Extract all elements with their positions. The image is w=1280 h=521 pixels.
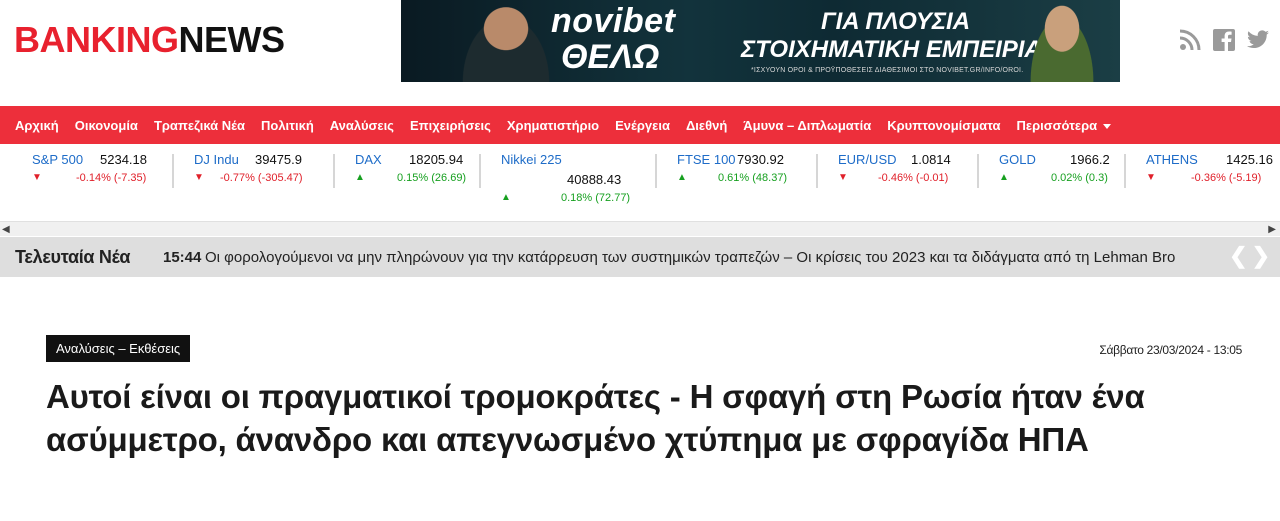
arrow-up-icon: ▲ (355, 172, 365, 183)
ticker-name: GOLD (999, 152, 1036, 167)
ticker-name: S&P 500 (32, 152, 84, 167)
main-navigation: Αρχική Οικονομία Τραπεζικά Νέα Πολιτική … (0, 106, 1280, 144)
arrow-down-icon: ▼ (1146, 172, 1156, 183)
arrow-down-icon: ▼ (838, 172, 848, 183)
logo-part-banking: BANKING (14, 19, 179, 60)
ticker-divider (816, 154, 818, 188)
advertisement-banner[interactable]: novibet ΘΕΛΩ ΓΙΑ ΠΛΟΥΣΙΑ ΣΤΟΙΧΗΜΑΤΙΚΗ ΕΜ… (401, 0, 1120, 82)
article-header: Αναλύσεις – Εκθέσεις Σάββατο 23/03/2024 … (0, 277, 1280, 521)
ad-person-right (1022, 0, 1102, 82)
ticker-name: DAX (355, 152, 382, 167)
rss-icon[interactable] (1178, 28, 1202, 52)
logo-part-news: NEWS (178, 19, 286, 60)
ticker-divider (655, 154, 657, 188)
ticker-change: -0.14% (-7.35) (76, 172, 147, 184)
nav-item-banking-news[interactable]: Τραπεζικά Νέα (154, 118, 245, 133)
nav-item-more[interactable]: Περισσότερα (1017, 118, 1112, 133)
ticker-name: Nikkei 225 (501, 152, 562, 167)
market-tickers: S&P 500 5234.18 ▼ -0.14% (-7.35) DJ Indu… (0, 144, 1280, 222)
ticker-price: 18205.94 (409, 152, 464, 167)
ticker-name: DJ Indu (194, 152, 239, 167)
twitter-icon[interactable] (1246, 28, 1270, 52)
ticker-divider (333, 154, 335, 188)
ticker-price: 1966.2 (1070, 152, 1110, 167)
ticker-name: EUR/USD (838, 152, 897, 167)
ticker-change: -0.46% (-0.01) (878, 172, 949, 184)
ticker-change: -0.36% (-5.19) (1191, 172, 1262, 184)
ticker-dax[interactable]: DAX 18205.94 ▲ 0.15% (26.69) (333, 152, 481, 214)
ticker-divider (479, 154, 481, 188)
ad-person-left (451, 0, 561, 82)
arrow-down-icon: ▼ (194, 172, 204, 183)
nav-item-energy[interactable]: Ενέργεια (615, 118, 670, 133)
ticker-divider (1124, 154, 1126, 188)
ticker-price: 40888.43 (567, 172, 622, 187)
category-badge[interactable]: Αναλύσεις – Εκθέσεις (46, 335, 191, 362)
ticker-change: 0.02% (0.3) (1051, 172, 1108, 184)
ticker-price: 39475.9 (255, 152, 302, 167)
arrow-up-icon: ▲ (677, 172, 687, 183)
ticker-price: 5234.18 (100, 152, 147, 167)
ticker-price: 1.0814 (911, 152, 951, 167)
ad-slogan-line2: ΣΤΟΙΧΗΜΑΤΙΚΗ ΕΜΠΕΙΡΙΑ (741, 36, 1042, 63)
ticker-gold[interactable]: GOLD 1966.2 ▲ 0.02% (0.3) (977, 152, 1125, 214)
article-title: Αυτοί είναι οι πραγματικοί τρομοκράτες -… (46, 378, 1145, 458)
ticker-name: ATHENS (1146, 152, 1198, 167)
nav-item-home[interactable]: Αρχική (15, 118, 59, 133)
nav-item-crypto[interactable]: Κρυπτονομίσματα (887, 118, 1000, 133)
chevron-right-icon[interactable]: ❯ (1252, 245, 1270, 267)
nav-item-economy[interactable]: Οικονομία (75, 118, 138, 133)
nav-item-analysis[interactable]: Αναλύσεις (330, 118, 394, 133)
ticker-change: -0.77% (-305.47) (220, 172, 303, 184)
ad-slogan-line1: ΓΙΑ ΠΛΟΥΣΙΑ (821, 8, 971, 35)
ticker-price: 7930.92 (737, 152, 784, 167)
ticker-change: 0.15% (26.69) (397, 172, 467, 184)
ticker-name: FTSE 100 (677, 152, 736, 167)
site-logo[interactable]: BANKINGNEWS (14, 20, 285, 60)
nav-item-international[interactable]: Διεθνή (686, 118, 727, 133)
horizontal-scrollbar[interactable]: ◀ ▶ (0, 222, 1280, 236)
ticker-divider (977, 154, 979, 188)
ticker-dj-indu[interactable]: DJ Indu 39475.9 ▼ -0.77% (-305.47) (172, 152, 330, 214)
ad-brand-line2: ΘΕΛΩ (561, 38, 660, 76)
latest-news-bar: Τελευταία Νέα 15:44 Οι φορολογούμενοι να… (0, 237, 1280, 277)
arrow-up-icon: ▲ (501, 192, 511, 203)
ticker-nikkei[interactable]: Nikkei 225 40888.43 ▲ 0.18% (72.77) (479, 152, 647, 214)
latest-news-label: Τελευταία Νέα (15, 246, 131, 267)
ticker-divider (172, 154, 174, 188)
article-date: Σάββατο 23/03/2024 - 13:05 (1099, 343, 1242, 357)
ticker-price: 1425.16 (1226, 152, 1273, 167)
latest-news-headline[interactable]: Οι φορολογούμενοι να μην πληρώνουν για τ… (205, 249, 1235, 266)
ticker-ftse100[interactable]: FTSE 100 7930.92 ▲ 0.61% (48.37) (655, 152, 813, 214)
scroll-right-icon[interactable]: ▶ (1268, 224, 1276, 235)
arrow-up-icon: ▲ (999, 172, 1009, 183)
latest-news-controls: ❮ ❯ (1229, 245, 1270, 267)
nav-item-defense-diplomacy[interactable]: Άμυνα – Διπλωματία (743, 118, 871, 133)
ad-brand: novibet (551, 2, 676, 40)
nav-item-business[interactable]: Επιχειρήσεις (410, 118, 491, 133)
ticker-eur-usd[interactable]: EUR/USD 1.0814 ▼ -0.46% (-0.01) (816, 152, 974, 214)
ticker-change: 0.18% (72.77) (561, 192, 631, 204)
nav-more-label: Περισσότερα (1016, 117, 1098, 133)
nav-item-stock-market[interactable]: Χρηματιστήριο (507, 118, 599, 133)
chevron-down-icon (1103, 123, 1112, 129)
ticker-sp500[interactable]: S&P 500 5234.18 ▼ -0.14% (-7.35) (18, 152, 168, 214)
chevron-left-icon[interactable]: ❮ (1229, 245, 1247, 267)
ticker-athens[interactable]: ATHENS 1425.16 ▼ -0.36% (-5.19) (1124, 152, 1280, 214)
ticker-change: 0.61% (48.37) (718, 172, 788, 184)
arrow-down-icon: ▼ (32, 172, 42, 183)
social-links (1178, 28, 1270, 52)
ad-fine-print: *ΙΣΧΥΟΥΝ ΟΡΟΙ & ΠΡΟΫΠΟΘΕΣΕΙΣ ΔΙΑΘΕΣΙΜΟΙ … (751, 67, 1024, 74)
scroll-left-icon[interactable]: ◀ (2, 224, 10, 235)
site-header: BANKINGNEWS novibet ΘΕΛΩ ΓΙΑ ΠΛΟΥΣΙΑ ΣΤΟ… (0, 0, 1280, 106)
latest-news-time: 15:44 (163, 248, 202, 266)
facebook-icon[interactable] (1212, 28, 1236, 52)
nav-item-politics[interactable]: Πολιτική (261, 118, 314, 133)
